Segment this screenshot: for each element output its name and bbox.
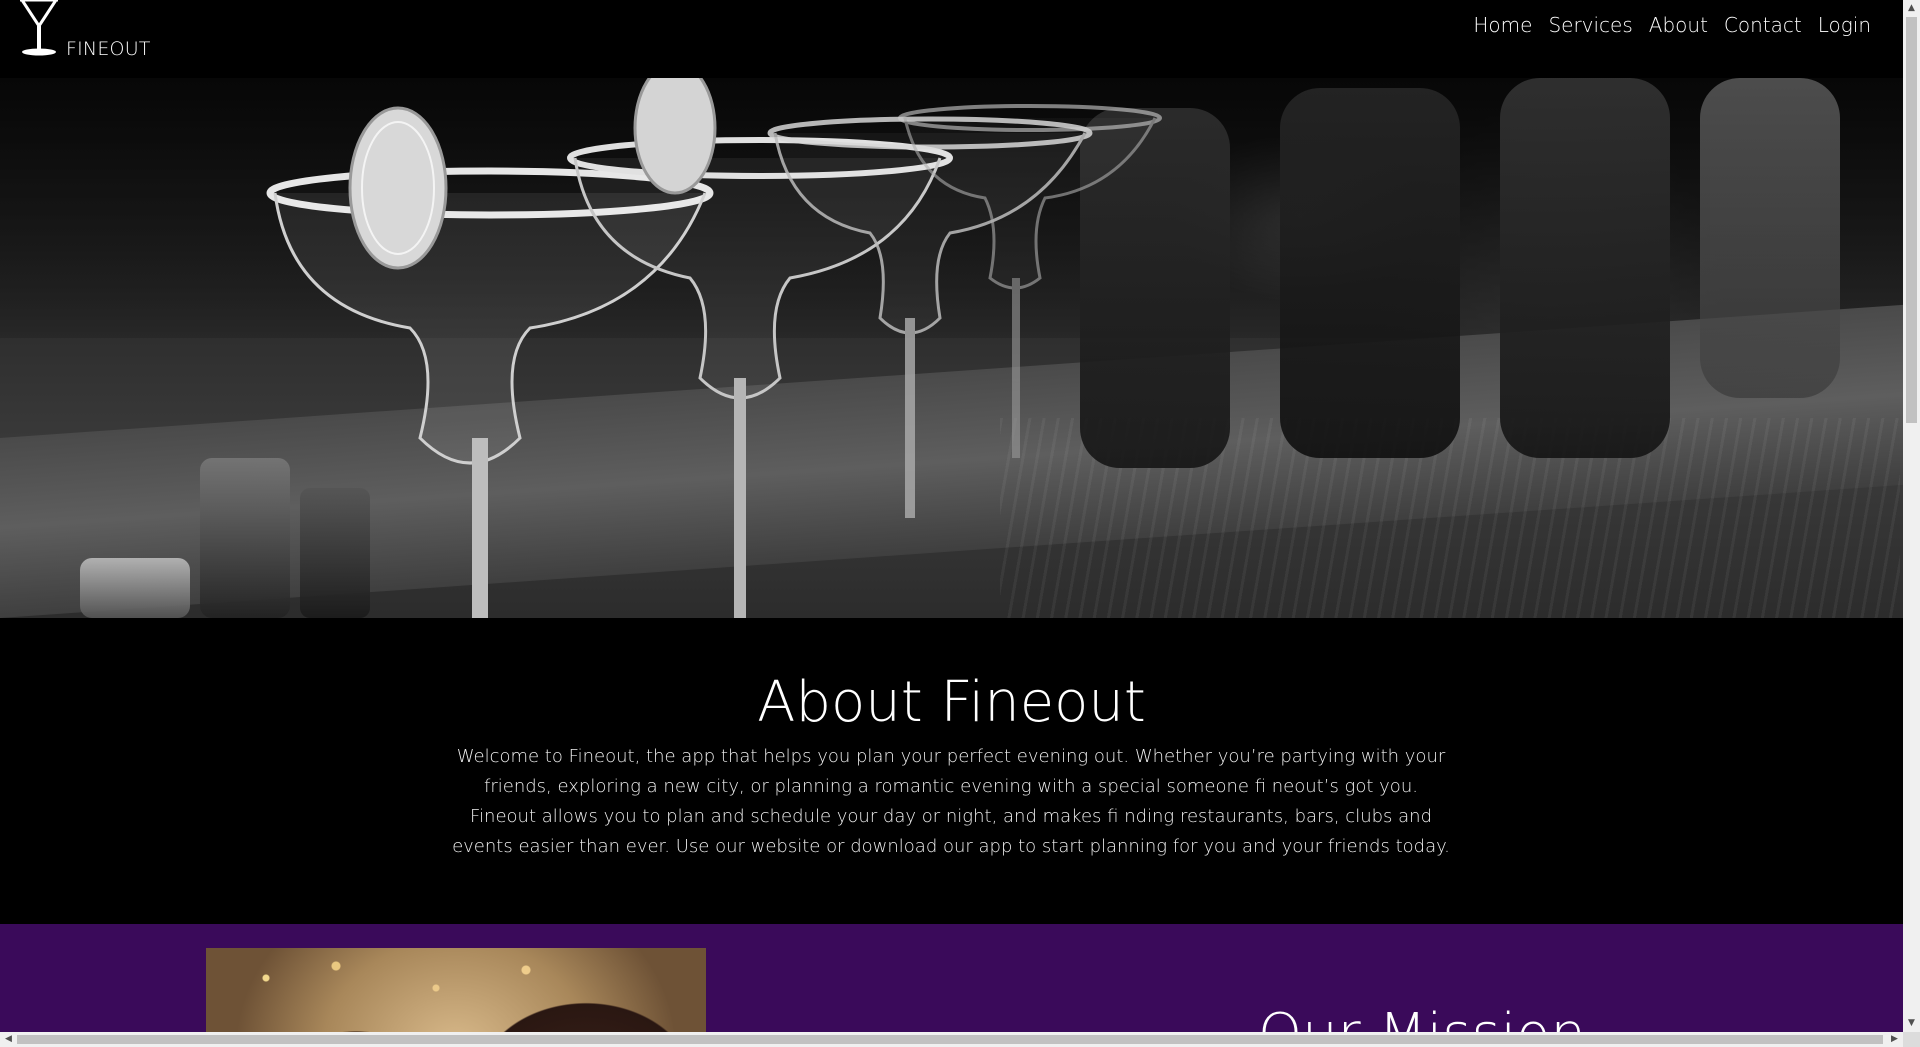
about-section: About Fineout Welcome to Fineout, the ap… [0, 618, 1903, 924]
vertical-scrollbar[interactable]: ▲ ▼ [1903, 0, 1920, 1032]
scroll-right-arrow-icon[interactable]: ▶ [1886, 1032, 1903, 1047]
margarita-glasses [266, 78, 1162, 618]
nav-services[interactable]: Services [1540, 12, 1640, 38]
nav-login[interactable]: Login [1810, 12, 1879, 38]
cocktail-glass-icon [20, 0, 58, 56]
scroll-down-arrow-icon[interactable]: ▼ [1903, 1015, 1920, 1032]
scrollbar-corner [1903, 1032, 1920, 1047]
scroll-up-arrow-icon[interactable]: ▲ [1903, 0, 1920, 17]
nav-about[interactable]: About [1641, 12, 1716, 38]
horizontal-scroll-thumb[interactable] [17, 1035, 1883, 1044]
page: FINEOUT Home Services About Contact Logi… [0, 0, 1903, 1032]
nav-menu: Home Services About Contact Login [1465, 12, 1879, 38]
brand-name: FINEOUT [66, 38, 151, 60]
hero-image [0, 78, 1903, 618]
about-title: About Fineout [757, 670, 1146, 735]
vertical-scroll-thumb[interactable] [1906, 17, 1917, 423]
mission-image [206, 948, 706, 1032]
horizontal-scrollbar[interactable]: ◀ ▶ [0, 1032, 1903, 1047]
about-description: Welcome to Fineout, the app that helps y… [452, 746, 1450, 857]
nav-contact[interactable]: Contact [1716, 12, 1810, 38]
mission-title: Our Mission [1258, 1002, 1586, 1032]
navbar: FINEOUT Home Services About Contact Logi… [0, 0, 1903, 78]
mission-section: Our Mission [0, 924, 1903, 1032]
scroll-left-arrow-icon[interactable]: ◀ [0, 1032, 17, 1047]
nav-home[interactable]: Home [1465, 12, 1540, 38]
